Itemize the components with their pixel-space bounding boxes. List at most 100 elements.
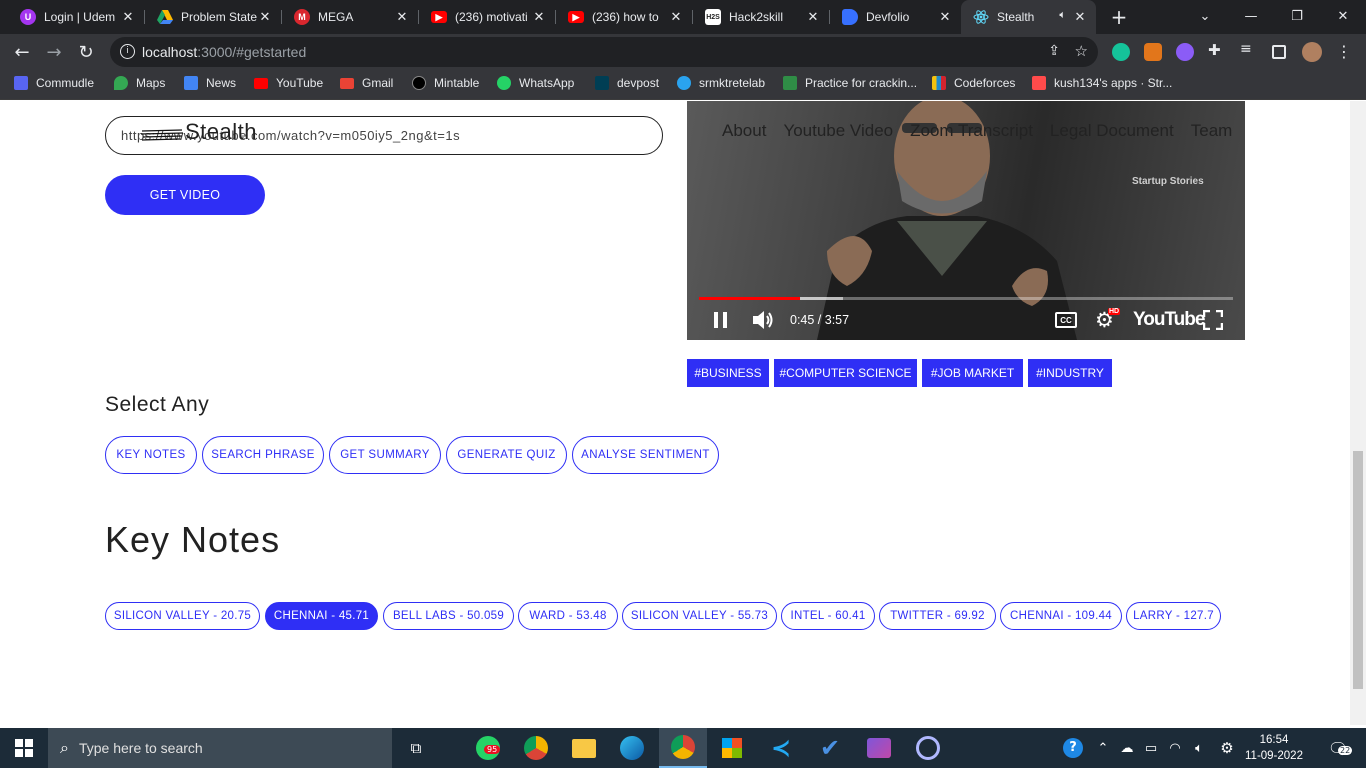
system-clock[interactable]: 16:54 11-09-2022 — [1244, 732, 1304, 764]
todo-icon[interactable]: ✔ — [806, 728, 854, 768]
key-note-chip[interactable]: BELL LABS - 50.059 — [383, 602, 514, 630]
bookmark-news[interactable]: News — [184, 76, 236, 90]
bookmark-star-icon[interactable]: ☆ — [1075, 42, 1088, 60]
bookmark-geeksforgeeks[interactable]: Practice for crackin... — [783, 76, 917, 90]
scrollbar-thumb[interactable] — [1353, 451, 1363, 689]
extensions-puzzle-icon[interactable]: ✚ — [1208, 41, 1226, 59]
app-circle-icon[interactable] — [904, 728, 952, 768]
key-note-chip[interactable]: INTEL - 60.41 — [781, 602, 875, 630]
chrome-canary-icon[interactable] — [512, 728, 560, 768]
nav-about[interactable]: About — [722, 121, 766, 141]
restore-icon[interactable]: ❐ — [1274, 0, 1320, 32]
key-note-chip[interactable]: SILICON VALLEY - 55.73 — [622, 602, 777, 630]
tag-computer-science[interactable]: #COMPUTER SCIENCE — [774, 359, 917, 387]
closed-captions-icon[interactable]: CC — [1055, 305, 1077, 335]
taskbar-search-box[interactable]: ⌕ Type here to search — [48, 728, 392, 768]
battery-icon[interactable]: ▭ — [1140, 728, 1162, 768]
address-bar[interactable]: i localhost:3000/#getstarted ⇪ ☆ — [110, 37, 1098, 67]
metamask-icon[interactable] — [1144, 43, 1162, 61]
page-scrollbar[interactable] — [1350, 101, 1366, 725]
close-icon[interactable]: ✕ — [394, 9, 410, 25]
bookmark-commudle[interactable]: Commudle — [14, 76, 94, 90]
video-progress-bar[interactable] — [699, 297, 1233, 300]
bookmark-codeforces[interactable]: Codeforces — [932, 76, 1015, 90]
key-note-chip[interactable]: CHENNAI - 45.71 — [265, 602, 378, 630]
get-summary-button[interactable]: GET SUMMARY — [329, 436, 441, 474]
chrome-icon[interactable] — [659, 728, 707, 768]
search-phrase-button[interactable]: SEARCH PHRASE — [202, 436, 324, 474]
speaker-icon[interactable]: 🔈︎ — [1059, 9, 1066, 22]
whatsapp-app-icon[interactable]: 95 — [464, 728, 512, 768]
analyse-sentiment-button[interactable]: ANALYSE SENTIMENT — [572, 436, 719, 474]
video-editor-icon[interactable] — [855, 728, 903, 768]
close-icon[interactable]: ✕ — [805, 9, 821, 25]
key-note-chip[interactable]: LARRY - 127.7 — [1126, 602, 1221, 630]
windows-start-icon[interactable] — [0, 728, 48, 768]
pause-icon[interactable] — [711, 305, 731, 335]
bookmark-streamlit[interactable]: kush134's apps · Str... — [1032, 76, 1172, 90]
grammarly-icon[interactable] — [1112, 43, 1130, 61]
bookmark-whatsapp[interactable]: WhatsApp — [497, 76, 574, 90]
volume-icon[interactable] — [751, 305, 775, 335]
tab-problem-statement[interactable]: Problem State ✕ — [145, 0, 281, 34]
forward-icon[interactable]: → — [40, 38, 68, 66]
side-panel-icon[interactable] — [1272, 45, 1286, 59]
close-icon[interactable]: ✕ — [531, 9, 547, 25]
bookmark-srmktretelab[interactable]: srmktretelab — [677, 76, 765, 90]
vscode-icon[interactable]: ≺ — [757, 728, 805, 768]
microsoft-store-icon[interactable] — [708, 728, 756, 768]
nav-team[interactable]: Team — [1191, 121, 1233, 141]
tag-industry[interactable]: #INDUSTRY — [1028, 359, 1112, 387]
key-note-chip[interactable]: CHENNAI - 109.44 — [1000, 602, 1122, 630]
bookmark-maps[interactable]: Maps — [114, 76, 165, 90]
help-icon[interactable]: ? — [1060, 728, 1086, 768]
tab-stealth[interactable]: Stealth 🔈︎ ✕ — [961, 0, 1096, 34]
task-view-icon[interactable]: ⧉ — [392, 728, 440, 768]
share-icon[interactable]: ⇪ — [1048, 43, 1060, 59]
minimize-icon[interactable]: — — [1228, 0, 1274, 32]
profile-avatar[interactable] — [1302, 42, 1322, 62]
media-control-icon[interactable]: ≡ — [1240, 41, 1258, 59]
chevron-up-icon[interactable]: ⌃ — [1094, 728, 1112, 768]
tab-devfolio[interactable]: Devfolio ✕ — [830, 0, 961, 34]
wifi-icon[interactable]: ◠ — [1164, 728, 1186, 768]
key-note-chip[interactable]: WARD - 53.48 — [518, 602, 618, 630]
settings-gear-icon[interactable]: ⚙ HD — [1095, 305, 1121, 335]
tag-job-market[interactable]: #JOB MARKET — [922, 359, 1023, 387]
site-logo[interactable]: Stealth — [185, 119, 257, 145]
onedrive-icon[interactable]: ☁ — [1116, 728, 1138, 768]
key-note-chip[interactable]: TWITTER - 69.92 — [879, 602, 996, 630]
file-explorer-icon[interactable] — [560, 728, 608, 768]
bookmark-mintable[interactable]: Mintable — [412, 76, 479, 90]
speaker-icon[interactable]: 🔈︎ — [1188, 728, 1210, 768]
bookmark-gmail[interactable]: Gmail — [340, 76, 393, 90]
tab-udemy[interactable]: U Login | Udem ✕ — [8, 0, 144, 34]
extension-ai-icon[interactable] — [1176, 43, 1194, 61]
tab-search-icon[interactable]: ⌄ — [1182, 0, 1228, 32]
notification-center-icon[interactable]: 🗨︎ 22 — [1318, 728, 1358, 768]
close-icon[interactable]: ✕ — [120, 9, 136, 25]
tag-business[interactable]: #BUSINESS — [687, 359, 769, 387]
close-icon[interactable]: ✕ — [257, 9, 273, 25]
reload-icon[interactable]: ↻ — [72, 38, 100, 66]
tab-hack2skill[interactable]: H2S Hack2skill ✕ — [693, 0, 829, 34]
bookmark-youtube[interactable]: YouTube — [254, 76, 323, 90]
nav-zoom-transcript[interactable]: Zoom Transcript — [910, 121, 1033, 141]
new-tab-button[interactable]: + — [1106, 5, 1132, 29]
menu-kebab-icon[interactable]: ⋮ — [1336, 42, 1352, 61]
bookmark-devpost[interactable]: devpost — [595, 76, 659, 90]
settings-gear-icon[interactable]: ⚙ — [1214, 728, 1240, 768]
nav-youtube-video[interactable]: Youtube Video — [783, 121, 893, 141]
fullscreen-icon[interactable] — [1203, 305, 1223, 335]
edge-icon[interactable] — [608, 728, 656, 768]
tab-youtube-how-to[interactable]: ▶ (236) how to ✕ — [556, 0, 692, 34]
back-icon[interactable]: ← — [8, 38, 36, 66]
site-info-icon[interactable]: i — [120, 44, 135, 59]
get-video-button[interactable]: GET VIDEO — [105, 175, 265, 215]
nav-legal-document[interactable]: Legal Document — [1050, 121, 1174, 141]
window-close-icon[interactable]: ✕ — [1320, 0, 1366, 32]
close-icon[interactable]: ✕ — [937, 9, 953, 25]
close-icon[interactable]: ✕ — [668, 9, 684, 25]
generate-quiz-button[interactable]: GENERATE QUIZ — [446, 436, 567, 474]
youtube-logo[interactable]: YouTube — [1133, 305, 1205, 335]
